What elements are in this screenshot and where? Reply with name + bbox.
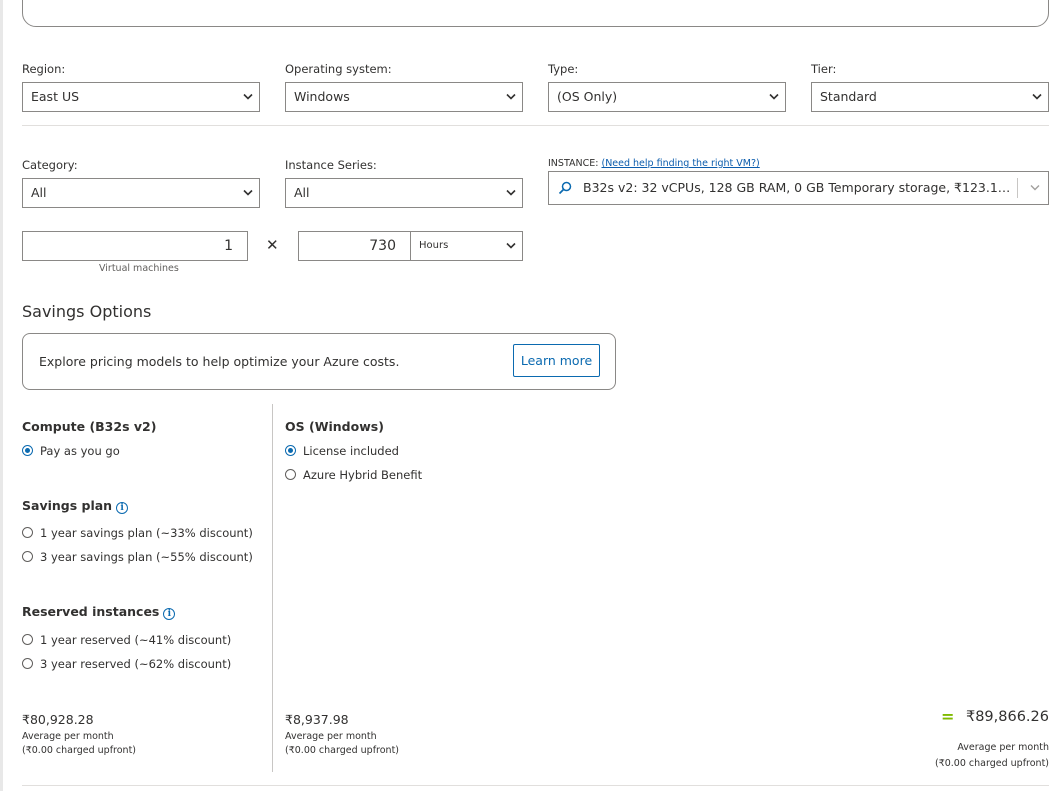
instance-label: INSTANCE: (Need help finding the right V…: [548, 158, 760, 169]
info-icon[interactable]: i: [116, 502, 129, 514]
chevron-down-icon: [769, 93, 779, 101]
vm-count-caption: Virtual machines: [99, 263, 179, 274]
tier-label: Tier:: [811, 62, 837, 76]
os-value: Windows: [294, 89, 350, 104]
os-price-sub: Average per month (₹0.00 charged upfront…: [285, 730, 399, 758]
chevron-down-icon: [506, 242, 516, 250]
os-price: ₹8,937.98: [285, 712, 349, 727]
explore-pricing-box: Explore pricing models to help optimize …: [22, 333, 616, 390]
series-value: All: [294, 185, 310, 200]
os-label: Operating system:: [285, 62, 392, 76]
vm-count-input[interactable]: 1: [22, 231, 248, 261]
compute-price-sub: Average per month (₹0.00 charged upfront…: [22, 730, 136, 758]
savings-options-title: Savings Options: [22, 302, 152, 321]
type-label: Type:: [548, 62, 579, 76]
total-price: ₹89,866.26: [965, 709, 1049, 725]
radio-selected-icon: [285, 445, 296, 456]
section-divider: [22, 125, 1049, 126]
radio-icon: [22, 634, 33, 645]
tier-value: Standard: [820, 89, 877, 104]
equals-icon: =: [941, 707, 955, 726]
os-select[interactable]: Windows: [285, 82, 523, 112]
savings-plan-title: Savings plan i: [22, 498, 129, 514]
reserved-3yr-label: 3 year reserved (~62% discount): [40, 657, 232, 671]
left-edge-border: [0, 0, 3, 791]
total-price-upfront: (₹0.00 charged upfront): [934, 758, 1049, 769]
search-icon: [558, 181, 572, 198]
hours-unit-select[interactable]: Hours: [410, 231, 523, 261]
hours-unit-value: Hours: [419, 240, 449, 251]
bottom-divider: [22, 785, 1049, 786]
total-price-sub: Average per month (₹0.00 charged upfront…: [935, 740, 1049, 772]
category-select[interactable]: All: [22, 178, 260, 208]
reserved-1yr-label: 1 year reserved (~41% discount): [40, 633, 232, 647]
os-price-period: Average per month: [285, 731, 377, 742]
reserved-instances-title-text: Reserved instances: [22, 604, 160, 619]
region-select[interactable]: East US: [22, 82, 260, 112]
chevron-down-icon: [243, 93, 253, 101]
azure-hybrid-benefit-label: Azure Hybrid Benefit: [303, 468, 423, 482]
radio-icon: [22, 658, 33, 669]
radio-selected-icon: [22, 445, 33, 456]
instance-label-text: INSTANCE:: [548, 158, 599, 169]
region-value: East US: [31, 89, 80, 104]
license-included-label: License included: [303, 444, 399, 458]
combobox-separator: [1017, 178, 1018, 198]
os-column-title: OS (Windows): [285, 419, 384, 434]
vm-help-link[interactable]: (Need help finding the right VM?): [601, 158, 759, 169]
category-label: Category:: [22, 158, 78, 172]
info-icon[interactable]: i: [163, 608, 176, 620]
type-value: (OS Only): [557, 89, 618, 104]
series-select[interactable]: All: [285, 178, 523, 208]
explore-text: Explore pricing models to help optimize …: [39, 354, 400, 369]
chevron-down-icon: [243, 189, 253, 197]
savings-plan-title-text: Savings plan: [22, 498, 113, 513]
compute-price: ₹80,928.28: [22, 712, 94, 727]
savings-plan-1yr-label: 1 year savings plan (~33% discount): [40, 526, 253, 540]
compute-title: Compute (B32s v2): [22, 419, 157, 434]
column-divider: [272, 404, 273, 772]
category-value: All: [31, 185, 47, 200]
learn-more-button[interactable]: Learn more: [513, 344, 600, 377]
reserved-instances-title: Reserved instances i: [22, 604, 176, 620]
chevron-down-icon[interactable]: [1030, 184, 1040, 192]
os-price-upfront: (₹0.00 charged upfront): [285, 745, 400, 756]
chevron-down-icon: [1032, 93, 1042, 101]
radio-icon: [22, 551, 33, 562]
hours-input[interactable]: 730: [298, 231, 411, 261]
region-label: Region:: [22, 62, 66, 76]
series-label: Instance Series:: [285, 158, 377, 172]
pay-as-you-go-label: Pay as you go: [40, 444, 120, 458]
compute-price-period: Average per month: [22, 731, 114, 742]
chevron-down-icon: [506, 189, 516, 197]
type-select[interactable]: (OS Only): [548, 82, 786, 112]
total-price-period: Average per month: [957, 742, 1049, 753]
free-account-banner: [22, 0, 1049, 27]
multiply-icon: ✕: [266, 236, 279, 254]
chevron-down-icon: [506, 93, 516, 101]
compute-price-upfront: (₹0.00 charged upfront): [22, 745, 137, 756]
tier-select[interactable]: Standard: [811, 82, 1049, 112]
instance-value: B32s v2: 32 vCPUs, 128 GB RAM, 0 GB Temp…: [583, 180, 1013, 195]
savings-plan-3yr-label: 3 year savings plan (~55% discount): [40, 550, 253, 564]
radio-icon: [22, 527, 33, 538]
radio-icon: [285, 469, 296, 480]
instance-combobox[interactable]: B32s v2: 32 vCPUs, 128 GB RAM, 0 GB Temp…: [548, 171, 1049, 205]
